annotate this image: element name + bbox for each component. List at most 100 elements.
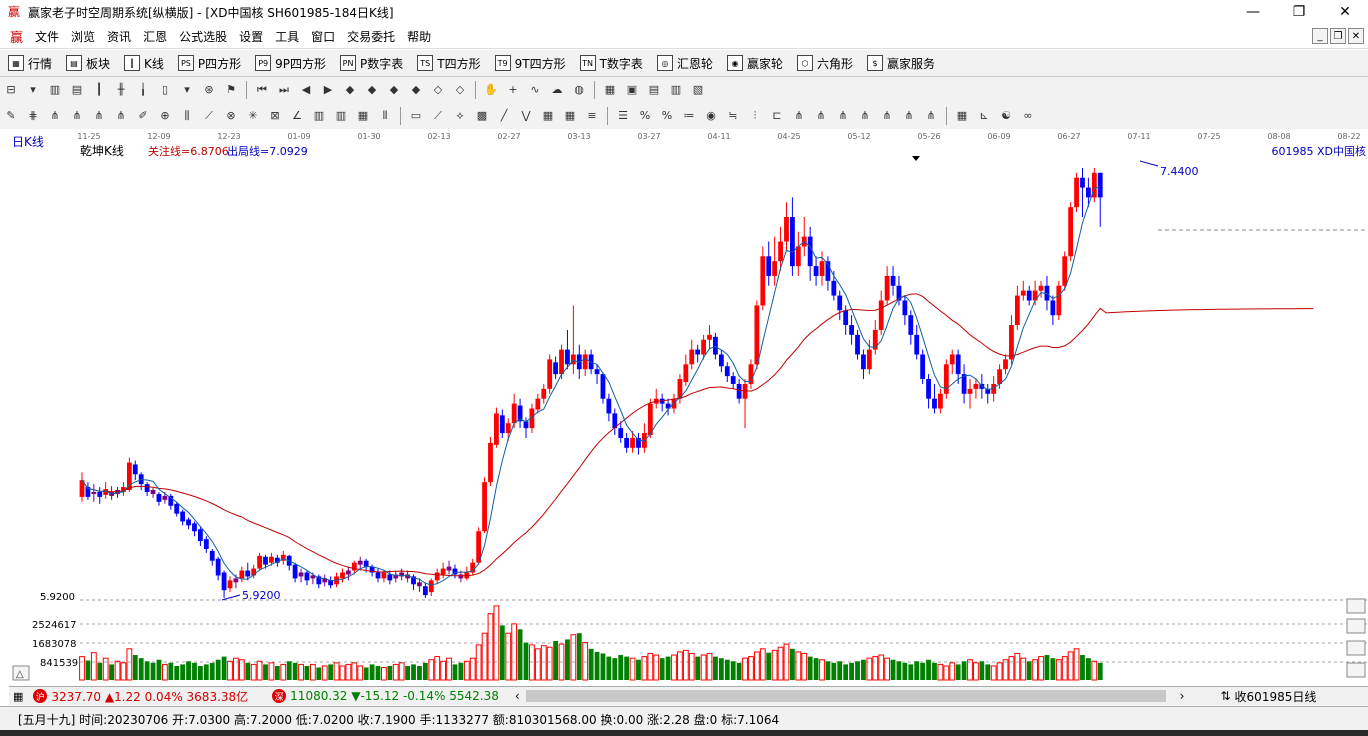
menu-item-help[interactable]: 帮助	[401, 28, 437, 45]
ray-icon[interactable]: ⟋	[200, 107, 218, 125]
matrix2-icon[interactable]: ▦	[561, 107, 579, 125]
mdi-minimize-button[interactable]: _	[1312, 28, 1328, 44]
percent-tool-icon[interactable]: %	[636, 107, 654, 125]
sort-icon[interactable]: ⇅	[1220, 689, 1230, 703]
print-icon[interactable]: ▧	[689, 81, 707, 99]
flag-icon[interactable]: ⚑	[222, 81, 240, 99]
mdi-restore-button[interactable]: ❐	[1330, 28, 1346, 44]
toolbar-sector-button[interactable]: ▤ 板块	[66, 55, 110, 72]
star-icon[interactable]: ✳	[244, 107, 262, 125]
gann-icon[interactable]: ⟡	[451, 107, 469, 125]
levels-icon[interactable]: ☰	[614, 107, 632, 125]
fan3-icon[interactable]: ⋔	[90, 107, 108, 125]
fan2-icon[interactable]: ⋔	[68, 107, 86, 125]
chart-area[interactable]: 11-25 12-09 12-23 01-09 01-30 02-13 02-27 03-13…	[0, 129, 1368, 685]
toolbar-9t-square-button[interactable]: T9 9T四方形	[494, 55, 566, 72]
yinyang-icon[interactable]: ☯	[997, 107, 1015, 125]
fan5-icon[interactable]: ⋔	[790, 107, 808, 125]
toolbar-hexagon-button[interactable]: ⬡ 六角形	[796, 55, 853, 72]
toolbar-winner-wheel-button[interactable]: ◉ 赢家轮	[726, 55, 783, 72]
diamond-x-icon[interactable]: ◇	[429, 81, 447, 99]
menu-item-tools[interactable]: 工具	[269, 28, 305, 45]
bar-style-icon[interactable]: ┃	[90, 81, 108, 99]
wave-icon[interactable]: ∿	[526, 81, 544, 99]
diamond-p2-icon[interactable]: ◆	[363, 81, 381, 99]
menu-item-settings[interactable]: 设置	[233, 28, 269, 45]
scroll-right-icon[interactable]: ›	[1180, 689, 1185, 703]
calculator-icon[interactable]: ▦	[13, 690, 23, 703]
last-icon[interactable]: ⏭	[275, 81, 293, 99]
zoom-panel-button[interactable]	[1346, 598, 1366, 614]
dropdown-icon[interactable]: ▾	[24, 81, 42, 99]
infinity-icon[interactable]: ∞	[1019, 107, 1037, 125]
fan9-icon[interactable]: ⋔	[878, 107, 896, 125]
ohlc-icon[interactable]: ╫	[112, 81, 130, 99]
brush-icon[interactable]: ✐	[134, 107, 152, 125]
zoom-in-button[interactable]	[1346, 618, 1366, 634]
column-icon[interactable]: ▯	[156, 81, 174, 99]
toolbar-t-square-button[interactable]: TS T四方形	[417, 55, 481, 72]
fan11-icon[interactable]: ⋔	[922, 107, 940, 125]
mirror-icon[interactable]: ⫶	[746, 107, 764, 125]
fib-icon[interactable]: ≔	[680, 107, 698, 125]
diamond-p-icon[interactable]: ◆	[341, 81, 359, 99]
diamond-t-icon[interactable]: ◆	[385, 81, 403, 99]
menu-item-trade[interactable]: 交易委托	[341, 28, 401, 45]
grid-icon[interactable]: ⋕	[24, 107, 42, 125]
sh-index-badge[interactable]: 沪	[33, 689, 48, 703]
candle-style-icon[interactable]: ▥	[46, 81, 64, 99]
box-icon[interactable]: ⊠	[266, 107, 284, 125]
toolbar-service-button[interactable]: $ 赢家服务	[866, 55, 935, 72]
rect-icon[interactable]: ▭	[407, 107, 425, 125]
calendar-icon[interactable]: ▦	[601, 81, 619, 99]
menu-item-huien[interactable]: 汇恩	[137, 28, 173, 45]
next-icon[interactable]: ▶	[319, 81, 337, 99]
axis-icon[interactable]: ⊾	[975, 107, 993, 125]
hatch-icon[interactable]: ▥	[310, 107, 328, 125]
toolbar-kline-button[interactable]: ┃ K线	[124, 55, 164, 72]
channel-icon[interactable]: ⟋	[429, 107, 447, 125]
fan7-icon[interactable]: ⋔	[834, 107, 852, 125]
maximize-button[interactable]: ❐	[1276, 0, 1322, 24]
first-icon[interactable]: ⏮	[253, 81, 271, 99]
report-icon[interactable]: ▤	[645, 81, 663, 99]
menu-item-browse[interactable]: 浏览	[65, 28, 101, 45]
globe-icon[interactable]: ◍	[570, 81, 588, 99]
bars-icon[interactable]: ⫼	[178, 107, 196, 125]
diamond-y-icon[interactable]: ◇	[451, 81, 469, 99]
pattern-icon[interactable]: ▩	[473, 107, 491, 125]
toolbar-t-number-button[interactable]: TN T数字表	[579, 55, 643, 72]
export-icon[interactable]: ▥	[667, 81, 685, 99]
dropdown-icon[interactable]: ▾	[178, 81, 196, 99]
circle-grid-icon[interactable]: ⊕	[156, 107, 174, 125]
scroll-left-icon[interactable]: ‹	[515, 689, 520, 703]
zoom-out-button[interactable]	[1346, 640, 1366, 656]
columns-icon[interactable]: ⫴	[376, 107, 394, 125]
diamond-t2-icon[interactable]: ◆	[407, 81, 425, 99]
target-icon[interactable]: ⊗	[222, 107, 240, 125]
fan6-icon[interactable]: ⋔	[812, 107, 830, 125]
fan8-icon[interactable]: ⋔	[856, 107, 874, 125]
menu-item-window[interactable]: 窗口	[305, 28, 341, 45]
close-button[interactable]: ✕	[1322, 0, 1368, 24]
line-draw-icon[interactable]: ╱	[495, 107, 513, 125]
menu-item-formula[interactable]: 公式选股	[173, 28, 233, 45]
sz-index-badge[interactable]: 深	[272, 689, 287, 703]
cycle-icon[interactable]: ⊛	[200, 81, 218, 99]
angle-icon[interactable]: ∠	[288, 107, 306, 125]
cloud-icon[interactable]: ☁	[548, 81, 566, 99]
scale-icon[interactable]: ≒	[724, 107, 742, 125]
table2-icon[interactable]: ▦	[953, 107, 971, 125]
hatch2-icon[interactable]: ▥	[332, 107, 350, 125]
zoom-reset-button[interactable]	[1346, 662, 1366, 678]
minimize-button[interactable]: —	[1230, 0, 1276, 24]
coin-icon[interactable]: ◉	[702, 107, 720, 125]
layout-icon[interactable]: ⊟	[2, 81, 20, 99]
percent-icon[interactable]: %	[658, 107, 676, 125]
mdi-close-button[interactable]: ✕	[1348, 28, 1364, 44]
pen-icon[interactable]: ✎	[2, 107, 20, 125]
hand-icon[interactable]: ✋	[482, 81, 500, 99]
toolbar-p-square-button[interactable]: PS P四方形	[177, 55, 241, 72]
line-icon[interactable]: ╽	[134, 81, 152, 99]
kline-chart[interactable]: 11-25 12-09 12-23 01-09 01-30 02-13 02-27 03-13…	[0, 129, 1368, 685]
